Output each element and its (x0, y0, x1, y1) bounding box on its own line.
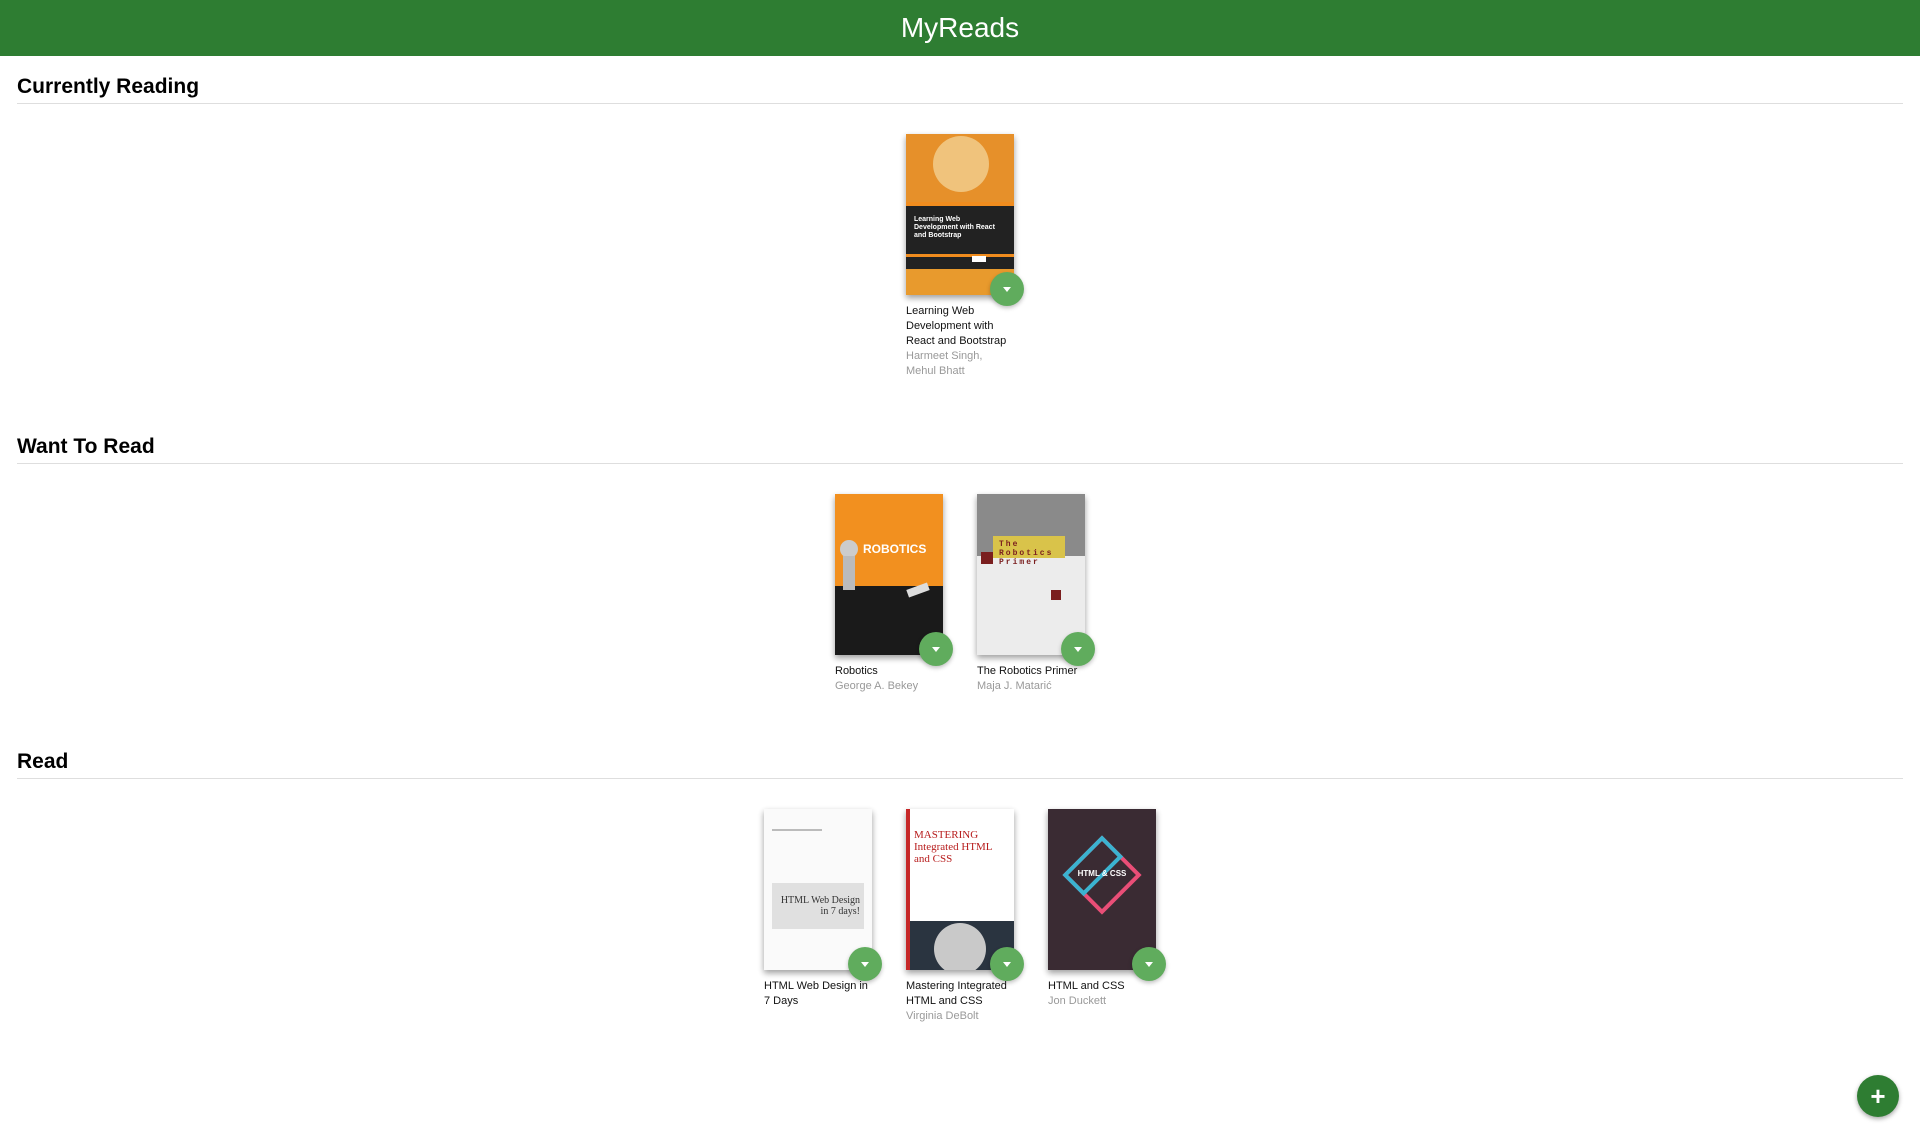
book-grid: Learning Web Development with React and … (17, 104, 1903, 379)
book-title: The Robotics Primer (977, 665, 1078, 677)
book-authors: Virginia DeBolt (906, 1010, 979, 1022)
caret-down-icon (1003, 286, 1011, 292)
plus-icon: + (1870, 1081, 1886, 1111)
book-cover-text: HTML & CSS (1077, 869, 1127, 878)
book-authors: Maja J. Matarić (977, 680, 1052, 692)
book-item: ROBOTICS Robotics George A. Bekey (835, 494, 953, 694)
app-header: MyReads (0, 0, 1920, 56)
book-title: HTML and CSS (1048, 980, 1125, 992)
book-item: Learning Web Development with React and … (906, 134, 1024, 379)
book-cover[interactable]: HTML Web Design in 7 days! (764, 809, 872, 970)
book-title: Learning Web Development with React and … (906, 305, 1007, 347)
book-authors: Jon Duckett (1048, 995, 1107, 1007)
book-cover-text: ROBOTICS (863, 542, 927, 556)
book-cover[interactable]: HTML & CSS (1048, 809, 1156, 970)
book-grid: HTML Web Design in 7 days! HTML Web Desi… (17, 779, 1903, 1024)
book-title: HTML Web Design in 7 Days (764, 980, 868, 1007)
book-cover-text: HTML Web Design in 7 days! (780, 895, 860, 917)
caret-down-icon (861, 961, 869, 967)
caret-down-icon (1074, 646, 1082, 652)
shelf-changer-button[interactable] (919, 632, 953, 666)
book-cover-text: The Robotics Primer (999, 540, 1054, 567)
book-cover[interactable]: The Robotics Primer (977, 494, 1085, 655)
caret-down-icon (1003, 961, 1011, 967)
book-item: HTML & CSS HTML and CSS Jon Duckett (1048, 809, 1166, 1024)
caret-down-icon (932, 646, 940, 652)
book-item: The Robotics Primer The Robotics Primer … (977, 494, 1095, 694)
book-authors: George A. Bekey (835, 680, 919, 692)
book-cover[interactable]: MASTERING Integrated HTML and CSS (906, 809, 1014, 970)
shelf-title: Currently Reading (17, 75, 1903, 104)
add-book-button[interactable]: + (1857, 1075, 1899, 1117)
book-item: HTML Web Design in 7 days! HTML Web Desi… (764, 809, 882, 1024)
shelf-changer-button[interactable] (990, 947, 1024, 981)
book-title: Mastering Integrated HTML and CSS (906, 980, 1007, 1007)
shelf-changer-button[interactable] (1132, 947, 1166, 981)
shelf-want-to-read: Want To Read ROBOTICS Robotics George A.… (0, 435, 1920, 694)
shelf-changer-button[interactable] (848, 947, 882, 981)
shelf-read: Read HTML Web Design in 7 days! HTML Web… (0, 750, 1920, 1024)
book-cover[interactable]: Learning Web Development with React and … (906, 134, 1014, 295)
book-title: Robotics (835, 665, 878, 677)
shelf-currently-reading: Currently Reading Learning Web Developme… (0, 75, 1920, 379)
shelf-title: Want To Read (17, 435, 1903, 464)
book-cover-text: MASTERING Integrated HTML and CSS (914, 829, 993, 865)
book-item: MASTERING Integrated HTML and CSS Master… (906, 809, 1024, 1024)
book-cover-text: Learning Web Development with React and … (914, 216, 995, 239)
shelf-changer-button[interactable] (1061, 632, 1095, 666)
shelf-changer-button[interactable] (990, 272, 1024, 306)
caret-down-icon (1145, 961, 1153, 967)
book-authors: Harmeet Singh, Mehul Bhatt (906, 350, 983, 377)
book-cover[interactable]: ROBOTICS (835, 494, 943, 655)
book-grid: ROBOTICS Robotics George A. Bekey The Ro… (17, 464, 1903, 694)
app-title: MyReads (900, 12, 1020, 43)
shelf-title: Read (17, 750, 1903, 779)
